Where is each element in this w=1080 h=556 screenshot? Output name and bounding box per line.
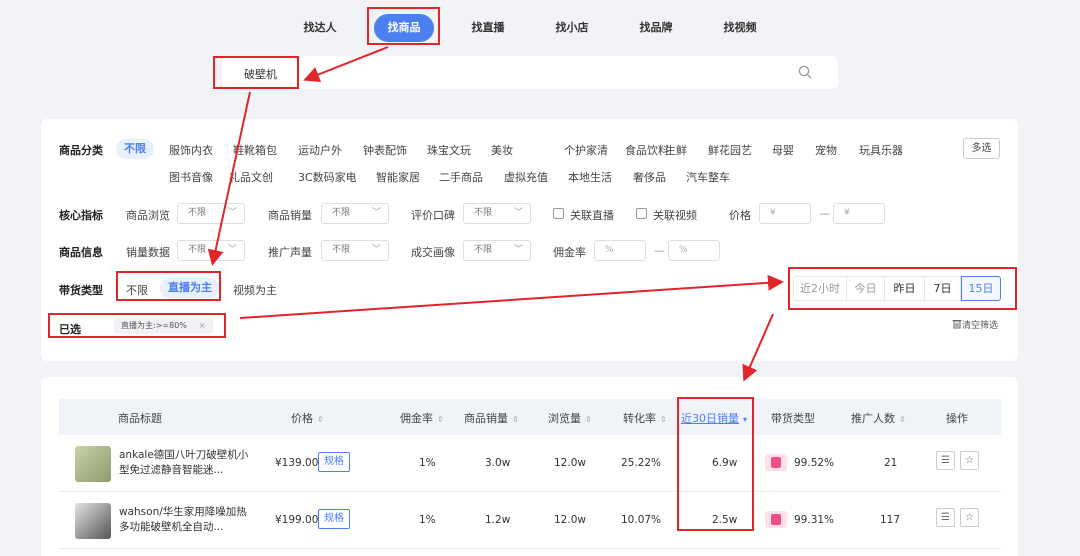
arrow-chosen-to-time [239, 274, 784, 319]
arrow-tab-to-search [303, 46, 389, 83]
arrow-time-to-sales30 [742, 313, 774, 382]
arrow-search-to-selltype [207, 91, 251, 266]
annotation-arrows [207, 46, 784, 382]
